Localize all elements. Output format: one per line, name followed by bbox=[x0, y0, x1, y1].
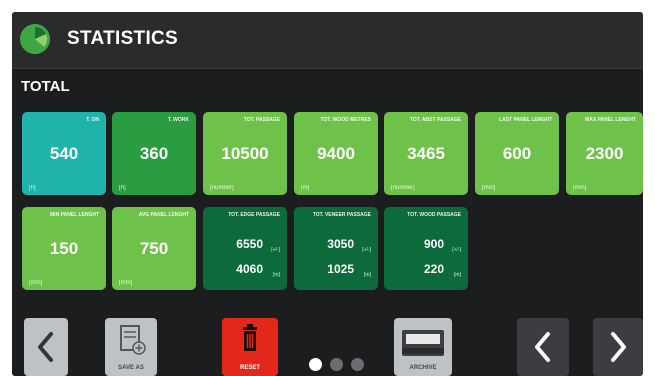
tile-value: 3465 bbox=[407, 144, 445, 163]
tile-value: 10500 bbox=[221, 144, 269, 163]
tile-top-unit: [+/-] bbox=[362, 247, 371, 253]
tile-unit: [mm] bbox=[482, 185, 496, 191]
tile-label: TOT. EDGE PASSAGE bbox=[228, 212, 280, 218]
tile-label: T. ON bbox=[86, 117, 99, 123]
header-bar: STATISTICS bbox=[12, 12, 643, 69]
archive-label: ARCHIVE bbox=[409, 365, 437, 371]
stat-tile-time-on[interactable]: T. ON 540 [h] bbox=[22, 112, 106, 195]
chevron-left-icon bbox=[535, 332, 550, 362]
stat-tile-max-panel[interactable]: MAX PANEL LENGHT 2300 [mm] bbox=[566, 112, 643, 195]
tile-label: TOT. PASSAGE bbox=[243, 117, 280, 123]
tile-unit: [mm] bbox=[119, 280, 133, 286]
tile-label: TOT. WOOD PASSAGE bbox=[407, 212, 461, 218]
save-as-button[interactable]: SAVE AS bbox=[105, 318, 157, 376]
next-page-button[interactable] bbox=[593, 318, 643, 376]
back-button[interactable] bbox=[24, 318, 68, 376]
tile-top-value: 6550 bbox=[236, 237, 263, 251]
stat-tile-total-passage[interactable]: TOT. PASSAGE 10500 [number] bbox=[203, 112, 287, 195]
tile-bottom-unit: [m] bbox=[364, 272, 371, 278]
tile-unit: [number] bbox=[210, 185, 234, 191]
page-indicator-dot[interactable] bbox=[309, 358, 322, 371]
tile-unit: [number] bbox=[391, 185, 415, 191]
chevron-right-icon bbox=[611, 332, 626, 362]
tile-bottom-value: 4060 bbox=[236, 262, 263, 276]
tile-value: 150 bbox=[49, 239, 79, 258]
tile-unit: [mm] bbox=[573, 185, 587, 191]
tile-value: 2300 bbox=[585, 144, 624, 163]
tile-label: TOT. VENEER PASSAGE bbox=[312, 212, 371, 218]
tile-label: LAST PANEL LENGHT bbox=[499, 117, 552, 123]
tile-bottom-unit: [m] bbox=[273, 272, 280, 278]
stat-tile-min-panel[interactable]: MIN PANEL LENGHT 150 [mm] bbox=[22, 207, 106, 290]
page-indicator-dot[interactable] bbox=[351, 358, 364, 371]
tile-value: 540 bbox=[49, 144, 79, 163]
stat-tile-veneer-passage[interactable]: TOT. VENEER PASSAGE 3050 [+/-] 1025 [m] bbox=[294, 207, 378, 290]
tile-label: T. WORK bbox=[167, 117, 189, 123]
chevron-left-icon bbox=[38, 332, 53, 362]
page-title: STATISTICS bbox=[67, 28, 179, 49]
tile-unit: [h] bbox=[119, 185, 126, 191]
tile-value: 600 bbox=[502, 144, 532, 163]
previous-page-button[interactable] bbox=[517, 318, 569, 376]
reset-button[interactable]: RESET bbox=[222, 318, 278, 376]
tile-top-value: 900 bbox=[423, 237, 444, 251]
tile-bottom-value: 220 bbox=[423, 262, 444, 276]
tile-top-unit: [+/-] bbox=[271, 247, 280, 253]
archive-button[interactable]: ARCHIVE bbox=[394, 318, 452, 376]
tile-value: 360 bbox=[139, 144, 169, 163]
stat-tile-avg-panel[interactable]: AVG PANEL LENGHT 750 [mm] bbox=[112, 207, 196, 290]
stat-tile-wood-passage[interactable]: TOT. WOOD PASSAGE 900 [+/-] 220 [m] bbox=[384, 207, 468, 290]
tile-top-value: 3050 bbox=[327, 237, 354, 251]
tile-bottom-unit: [m] bbox=[454, 272, 461, 278]
tile-label: MAX PANEL LENGHT bbox=[585, 117, 636, 123]
stat-tile-abst-passage[interactable]: TOT. ABST PASSAGE 3465 [number] bbox=[384, 112, 468, 195]
tile-label: AVG PANEL LENGHT bbox=[138, 212, 189, 218]
tile-unit: [mm] bbox=[29, 280, 43, 286]
tile-top-unit: [+/-] bbox=[452, 247, 461, 253]
save-as-label: SAVE AS bbox=[118, 365, 144, 371]
stat-tile-edge-passage[interactable]: TOT. EDGE PASSAGE 6550 [+/-] 4060 [m] bbox=[203, 207, 287, 290]
tile-bottom-value: 1025 bbox=[327, 262, 354, 276]
stat-tile-time-work[interactable]: T. WORK 360 [h] bbox=[112, 112, 196, 195]
tile-label: MIN PANEL LENGHT bbox=[50, 212, 99, 218]
stat-tile-last-panel[interactable]: LAST PANEL LENGHT 600 [mm] bbox=[475, 112, 559, 195]
tile-label: TOT. WOOD METRES bbox=[320, 117, 371, 123]
tile-unit: [m] bbox=[301, 185, 310, 191]
stat-tile-wood-metres[interactable]: TOT. WOOD METRES 9400 [m] bbox=[294, 112, 378, 195]
page-indicator-dot[interactable] bbox=[330, 358, 343, 371]
tile-value: 750 bbox=[139, 239, 169, 258]
section-title: TOTAL bbox=[21, 78, 70, 95]
tile-label: TOT. ABST PASSAGE bbox=[409, 117, 461, 123]
pie-logo-icon bbox=[20, 24, 50, 54]
tile-value: 9400 bbox=[317, 144, 355, 163]
reset-label: RESET bbox=[239, 365, 260, 371]
tile-unit: [h] bbox=[29, 185, 36, 191]
device-screen: STATISTICS TOTAL T. ON 540 [h] T. WORK 3… bbox=[12, 12, 643, 376]
